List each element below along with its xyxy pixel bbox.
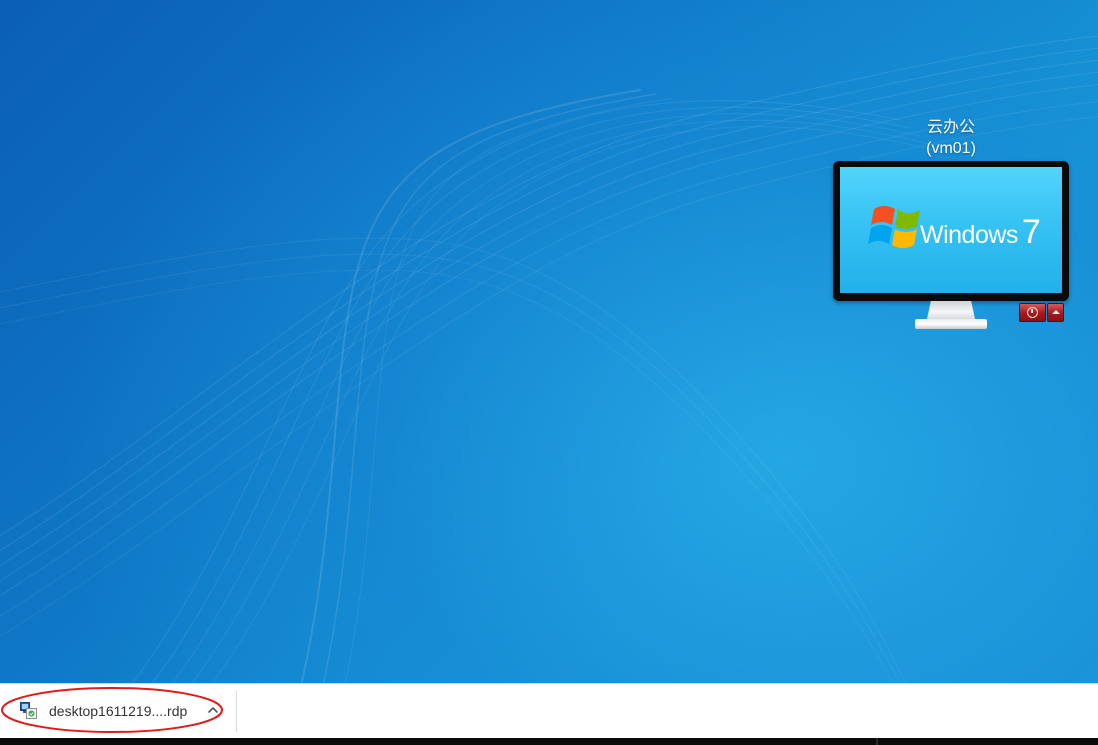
download-bar-divider — [236, 690, 237, 732]
vm-menu-button[interactable] — [1047, 303, 1064, 322]
caret-up-icon — [1052, 310, 1060, 314]
vm-monitor[interactable]: Windows 7 — [833, 161, 1069, 301]
vm-screen[interactable]: Windows 7 — [840, 167, 1062, 293]
os-name: Windows — [920, 221, 1018, 249]
wallpaper-waves — [0, 35, 1098, 683]
download-bar: desktop1611219....rdp — [0, 683, 1098, 738]
download-item[interactable]: desktop1611219....rdp — [12, 690, 224, 730]
windows-logo-icon — [868, 206, 920, 248]
vm-tile[interactable]: 云办公 (vm01) Windows 7 — [832, 117, 1070, 332]
power-icon — [1027, 307, 1038, 318]
monitor-base — [915, 319, 987, 329]
chevron-up-icon[interactable] — [206, 703, 220, 717]
download-filename: desktop1611219....rdp — [49, 703, 188, 719]
vm-title: 云办公 — [926, 119, 975, 136]
desktop-wallpaper: 云办公 (vm01) Windows 7 — [0, 0, 1098, 683]
vm-power-button[interactable] — [1019, 303, 1046, 322]
remote-desktop-icon — [20, 702, 37, 719]
os-label: Windows 7 — [920, 215, 1041, 250]
taskbar-strip — [0, 738, 1098, 745]
os-version: 7 — [1021, 213, 1041, 251]
taskbar-separator — [876, 738, 878, 745]
screen: 云办公 (vm01) Windows 7 desktop1611219....r… — [0, 0, 1098, 745]
monitor-stand — [927, 301, 975, 319]
vm-subtitle: (vm01) — [926, 140, 976, 157]
